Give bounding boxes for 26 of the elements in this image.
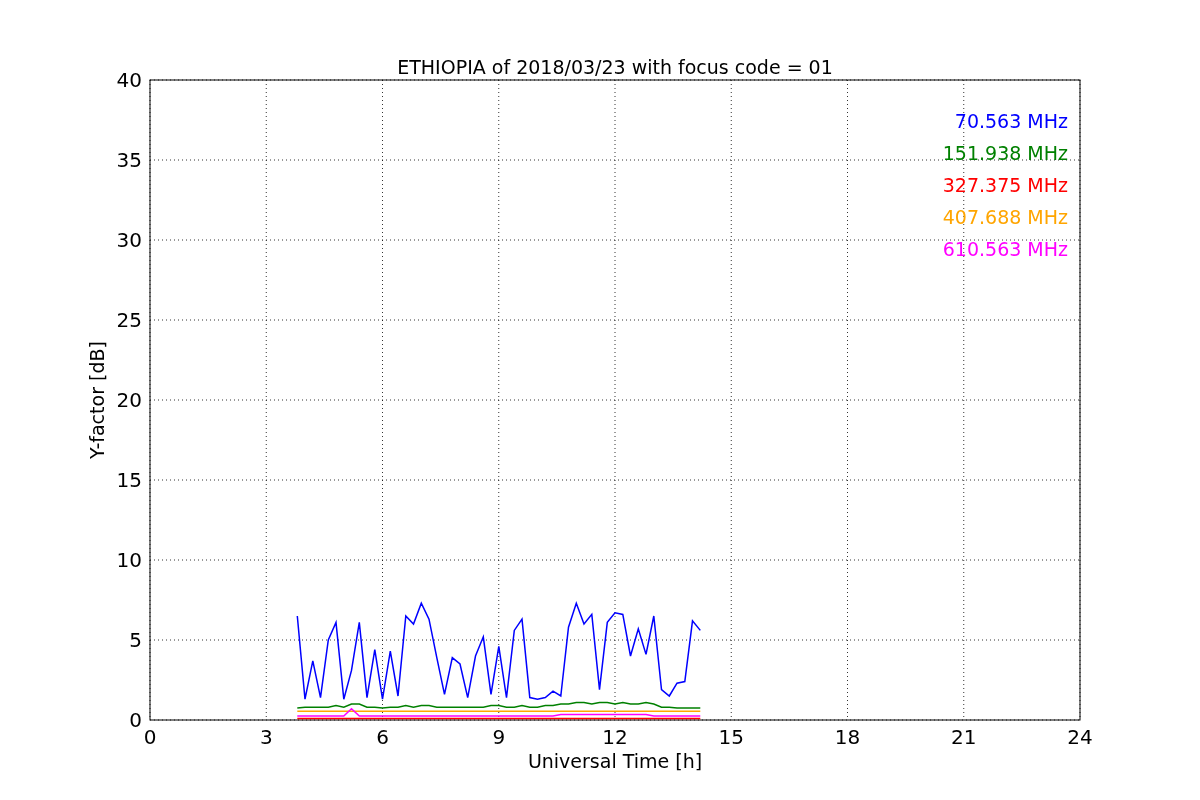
- tick-label: 5: [129, 628, 142, 652]
- legend-label: 407.688 MHz: [942, 206, 1068, 228]
- tick-label: 40: [116, 68, 142, 92]
- legend-label: 151.938 MHz: [942, 142, 1068, 164]
- tick-label: 30: [116, 228, 142, 252]
- tick-label: 15: [718, 725, 744, 749]
- tick-label: 12: [602, 725, 628, 749]
- tick-label: 0: [143, 725, 157, 749]
- tick-label: 21: [951, 725, 977, 749]
- tick-label: 3: [259, 725, 273, 749]
- legend-label: 610.563 MHz: [942, 238, 1068, 260]
- tick-label: 9: [492, 725, 506, 749]
- legend-label: 327.375 MHz: [942, 174, 1068, 196]
- tick-label: 25: [116, 308, 142, 332]
- tick-label: 6: [376, 725, 389, 749]
- y-axis-label: Y-factor [dB]: [86, 341, 108, 459]
- tick-label: 20: [116, 388, 142, 412]
- tick-label: 18: [834, 725, 861, 749]
- x-axis-label: Universal Time [h]: [527, 750, 703, 772]
- legend-label: 70.563 MHz: [954, 110, 1068, 132]
- tick-label: 24: [1067, 725, 1093, 749]
- tick-label: 35: [116, 148, 142, 172]
- tick-label: 10: [116, 548, 142, 572]
- chart-title: ETHIOPIA of 2018/03/23 with focus code = 01: [397, 56, 833, 78]
- tick-label: 15: [116, 468, 142, 492]
- tick-label: 0: [129, 708, 142, 732]
